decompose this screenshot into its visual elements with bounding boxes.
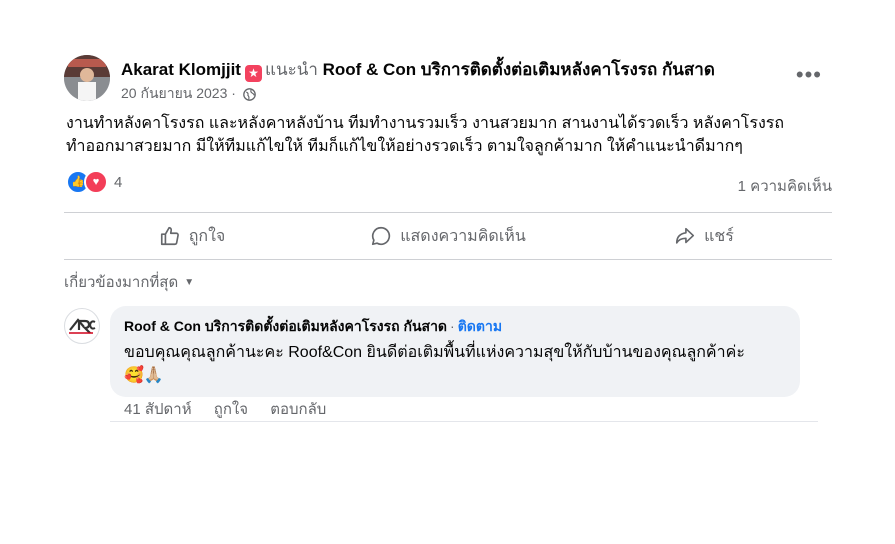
reaction-count: 4 bbox=[114, 173, 123, 191]
comment-like-button[interactable]: ถูกใจ bbox=[214, 401, 248, 418]
post-body-line: ทำออกมาสวยมาก มีให้ทีมแก้ไขให้ ทีมก็แก้ไ… bbox=[66, 138, 743, 155]
follow-button[interactable]: ติดตาม bbox=[458, 318, 502, 334]
post-header: Akarat Klomjjit ★ แนะนำ Roof & Con บริการต… bbox=[64, 50, 832, 106]
commenter-avatar[interactable] bbox=[64, 308, 100, 344]
commenter-name[interactable]: Roof & Con บริการติดตั้งต่อเติมหลังคาโรง… bbox=[124, 318, 447, 334]
share-button-label: แชร์ bbox=[704, 227, 734, 245]
post-body-line: งานทำหลังคาโรงรถ และหลังคาหลังบ้าน ทีมทำ… bbox=[66, 115, 785, 132]
comment-reply-button[interactable]: ตอบกลับ bbox=[270, 401, 326, 418]
globe-icon bbox=[243, 88, 256, 104]
avatar-photo-icon bbox=[64, 55, 110, 101]
share-button[interactable]: แชร์ bbox=[576, 213, 832, 259]
comment-header: Roof & Con บริการติดตั้งต่อเติมหลังคาโรง… bbox=[124, 316, 786, 338]
recommend-star-icon: ★ bbox=[244, 65, 262, 82]
comment-meta: 41 สัปดาห์ ถูกใจ ตอบกลับ bbox=[124, 397, 344, 421]
more-options-icon[interactable]: ••• bbox=[796, 62, 822, 88]
love-reaction-icon: ♥ bbox=[84, 170, 108, 194]
comment-count-link[interactable]: 1 ความคิดเห็น bbox=[738, 174, 832, 198]
comment-button-label: แสดงความคิดเห็น bbox=[400, 227, 526, 245]
reactions-summary[interactable]: 👍 ♥ 4 bbox=[66, 170, 122, 194]
post-date[interactable]: 20 กันยายน 2023 bbox=[121, 85, 227, 101]
post-stats: 👍 ♥ 4 1 ความคิดเห็น bbox=[64, 168, 832, 198]
post-body: งานทำหลังคาโรงรถ และหลังคาหลังบ้าน ทีมทำ… bbox=[64, 112, 832, 158]
author-line: Akarat Klomjjit ★ แนะนำ Roof & Con บริการต… bbox=[121, 56, 715, 83]
post-card: Akarat Klomjjit ★ แนะนำ Roof & Con บริการต… bbox=[64, 50, 832, 422]
comment-filter-dropdown[interactable]: เกี่ยวข้องมากที่สุด ▼ bbox=[64, 270, 832, 294]
like-button-label: ถูกใจ bbox=[188, 227, 226, 245]
recommend-word: แนะนำ bbox=[264, 60, 318, 79]
post-meta: 20 กันยายน 2023 · bbox=[121, 83, 256, 105]
comment-text: ขอบคุณคุณลูกค้านะคะ Roof&Con ยินดีต่อเติ… bbox=[124, 341, 786, 387]
comment-item: Roof & Con บริการติดตั้งต่อเติมหลังคาโรง… bbox=[64, 306, 832, 422]
caret-down-icon: ▼ bbox=[184, 277, 195, 288]
comment-bubble: Roof & Con บริการติดตั้งต่อเติมหลังคาโรง… bbox=[110, 306, 800, 397]
like-button[interactable]: ถูกใจ bbox=[64, 213, 320, 259]
recommended-page-name[interactable]: Roof & Con บริการติดตั้งต่อเติมหลังคาโรง… bbox=[323, 60, 715, 79]
author-name[interactable]: Akarat Klomjjit bbox=[121, 60, 241, 79]
post-date-separator: · bbox=[231, 85, 236, 101]
thumbs-up-icon bbox=[160, 226, 179, 246]
author-avatar[interactable] bbox=[64, 55, 110, 101]
comment-time[interactable]: 41 สัปดาห์ bbox=[124, 401, 192, 418]
roof-and-con-logo-icon bbox=[69, 318, 96, 334]
comment-body: ขอบคุณคุณลูกค้านะคะ Roof&Con ยินดีต่อเติ… bbox=[124, 344, 745, 361]
comment-divider bbox=[110, 421, 818, 422]
comment-filter-label: เกี่ยวข้องมากที่สุด bbox=[64, 274, 179, 291]
comment-dot: · bbox=[450, 318, 455, 334]
comment-button[interactable]: แสดงความคิดเห็น bbox=[320, 213, 576, 259]
comment-emoji: 🥰🙏🏼 bbox=[124, 367, 164, 384]
share-arrow-icon bbox=[676, 227, 695, 244]
comment-bubble-icon bbox=[372, 226, 391, 246]
post-actions: ถูกใจ แสดงความคิดเห็น แชร์ bbox=[64, 212, 832, 260]
